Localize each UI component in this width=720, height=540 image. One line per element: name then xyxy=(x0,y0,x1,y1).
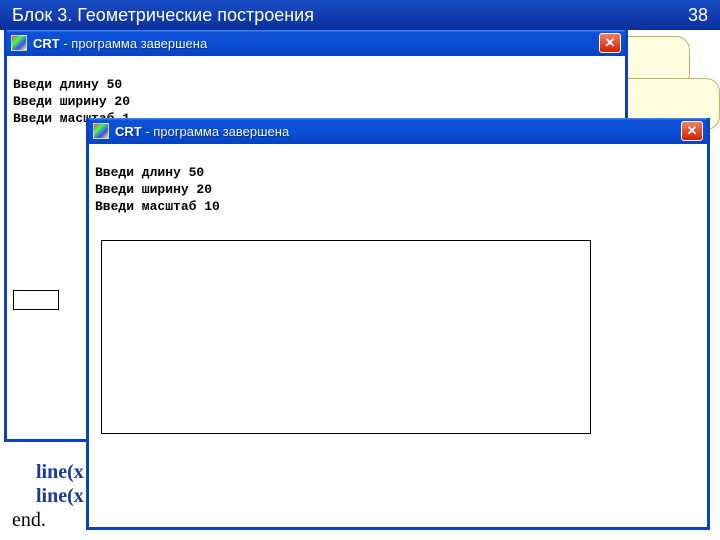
app-icon xyxy=(11,35,27,51)
code-line: line(x xyxy=(36,461,84,483)
console-line: Введи ширину 20 xyxy=(13,94,130,109)
close-glyph: ✕ xyxy=(687,123,698,139)
app-icon xyxy=(93,123,109,139)
title-suffix: - программа завершена xyxy=(145,124,289,139)
window-title: CRT - программа завершена xyxy=(115,124,681,139)
code-line: line(x xyxy=(36,485,84,507)
close-icon[interactable]: ✕ xyxy=(599,33,621,53)
code-snippet: line(x line(x end. xyxy=(12,460,84,532)
console-line: Введи масштаб 10 xyxy=(95,199,220,214)
title-suffix: - программа завершена xyxy=(63,36,207,51)
console-line: Введи ширину 20 xyxy=(95,182,212,197)
title-app: CRT xyxy=(115,124,142,139)
header-title: Блок 3. Геометрические построения xyxy=(12,5,314,26)
window-title: CRT - программа завершена xyxy=(33,36,599,51)
drawn-rectangle-small xyxy=(13,290,59,310)
titlebar-front[interactable]: CRT - программа завершена ✕ xyxy=(89,118,707,144)
console-line: Введи длину 50 xyxy=(95,165,204,180)
title-app: CRT xyxy=(33,36,60,51)
header-page-number: 38 xyxy=(688,5,708,26)
console-line: Введи длину 50 xyxy=(13,77,122,92)
page-header: Блок 3. Геометрические построения 38 xyxy=(0,0,720,30)
window-crt-front: CRT - программа завершена ✕ Введи длину … xyxy=(86,118,710,530)
code-end: end. xyxy=(12,509,46,531)
close-icon[interactable]: ✕ xyxy=(681,121,703,141)
titlebar-back[interactable]: CRT - программа завершена ✕ xyxy=(7,30,625,56)
console-front: Введи длину 50 Введи ширину 20 Введи мас… xyxy=(89,144,707,526)
content-area: line(x line(x end. CRT - программа завер… xyxy=(0,30,720,540)
drawn-rectangle-large xyxy=(101,240,591,434)
close-glyph: ✕ xyxy=(605,35,616,51)
